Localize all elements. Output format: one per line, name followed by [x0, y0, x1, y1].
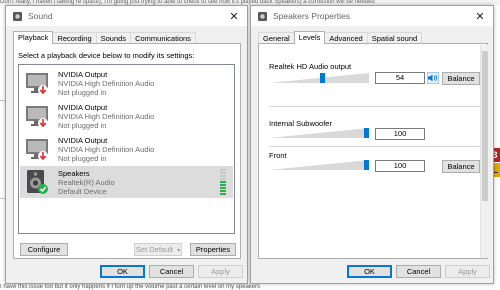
- speaker-title-icon: [257, 11, 268, 22]
- configure-button[interactable]: Configure: [20, 243, 68, 256]
- level-label-front: Front: [269, 151, 287, 160]
- speaker-title-icon: [12, 11, 23, 22]
- monitor-icon: [24, 103, 50, 129]
- cancel-button[interactable]: Cancel: [149, 265, 194, 278]
- tab-playback[interactable]: Playback: [13, 31, 54, 44]
- device-item-nvidia-output-1[interactable]: NVIDIA Output NVIDIA High Definition Aud…: [20, 67, 233, 99]
- sound-titlebar[interactable]: Sound ✕: [6, 6, 247, 26]
- internal-subwoofer-value-input[interactable]: 100: [375, 128, 425, 140]
- device-list[interactable]: NVIDIA Output NVIDIA High Definition Aud…: [18, 64, 235, 234]
- properties-window-title: Speakers Properties: [273, 11, 351, 21]
- sound-window: Sound ✕ Playback Recording Sounds Commun…: [5, 5, 248, 284]
- levels-scrollbar[interactable]: [480, 45, 488, 258]
- monitor-icon: [24, 70, 50, 96]
- tab-levels[interactable]: Levels: [293, 31, 326, 44]
- properties-button[interactable]: Properties: [190, 243, 236, 256]
- apply-button[interactable]: Apply: [198, 265, 243, 278]
- internal-subwoofer-slider[interactable]: [364, 128, 369, 138]
- balance-button[interactable]: Balance: [442, 72, 480, 85]
- monitor-icon: [24, 136, 50, 162]
- playback-panel: Select a playback device below to modify…: [13, 43, 241, 259]
- ok-button[interactable]: OK: [347, 265, 392, 278]
- volume-ramp: [269, 128, 369, 138]
- balance-button[interactable]: Balance: [442, 160, 480, 173]
- level-label-internal-subwoofer: Internal Subwoofer: [269, 119, 332, 128]
- group-divider: [269, 146, 483, 147]
- device-driver: NVIDIA High Definition Audio: [58, 145, 155, 154]
- device-status: Default Device: [58, 187, 107, 196]
- chevron-down-icon: ▾: [177, 248, 181, 254]
- device-name: NVIDIA Output: [58, 103, 108, 112]
- speaker-volume-icon[interactable]: [427, 72, 439, 84]
- device-name: NVIDIA Output: [58, 136, 108, 145]
- close-icon[interactable]: ✕: [221, 6, 247, 26]
- front-slider[interactable]: [364, 160, 369, 170]
- set-default-label: Set Default: [135, 245, 173, 254]
- realtek-output-value-input[interactable]: 54: [375, 72, 425, 84]
- front-value-input[interactable]: 100: [375, 160, 425, 172]
- level-label-realtek-output: Realtek HD Audio output: [269, 62, 352, 71]
- speakers-properties-window: Speakers Properties ✕ General Levels Adv…: [250, 5, 494, 284]
- apply-button[interactable]: Apply: [445, 265, 490, 278]
- levels-panel: Realtek HD Audio output 54 Balance Inter…: [258, 43, 488, 259]
- background-page-bottom: I have this issue too but it only happen…: [0, 284, 500, 290]
- volume-ramp: [269, 73, 369, 83]
- device-driver: NVIDIA High Definition Audio: [58, 112, 155, 121]
- device-status: Not plugged in: [58, 88, 107, 97]
- volume-meter: [220, 169, 226, 195]
- volume-ramp: [269, 160, 369, 170]
- device-name: NVIDIA Output: [58, 70, 108, 79]
- device-driver: Realtek(R) Audio: [58, 178, 115, 187]
- group-divider: [269, 106, 483, 107]
- playback-instruction: Select a playback device below to modify…: [18, 51, 195, 60]
- device-status: Not plugged in: [58, 121, 107, 130]
- device-item-nvidia-output-2[interactable]: NVIDIA Output NVIDIA High Definition Aud…: [20, 100, 233, 132]
- device-item-nvidia-output-3[interactable]: NVIDIA Output NVIDIA High Definition Aud…: [20, 133, 233, 165]
- scrollbar-thumb[interactable]: [482, 51, 488, 201]
- cancel-button[interactable]: Cancel: [396, 265, 441, 278]
- sound-window-title: Sound: [28, 11, 53, 21]
- close-icon[interactable]: ✕: [467, 6, 493, 26]
- device-driver: NVIDIA High Definition Audio: [58, 79, 155, 88]
- properties-titlebar[interactable]: Speakers Properties ✕: [251, 6, 493, 26]
- device-status: Not plugged in: [58, 154, 107, 163]
- realtek-output-slider[interactable]: [320, 73, 326, 83]
- device-item-speakers[interactable]: Speakers Realtek(R) Audio Default Device: [20, 166, 233, 198]
- device-name: Speakers: [58, 169, 90, 178]
- ok-button[interactable]: OK: [100, 265, 145, 278]
- set-default-button[interactable]: Set Default ▾: [134, 243, 182, 256]
- speaker-device-icon: [24, 169, 50, 195]
